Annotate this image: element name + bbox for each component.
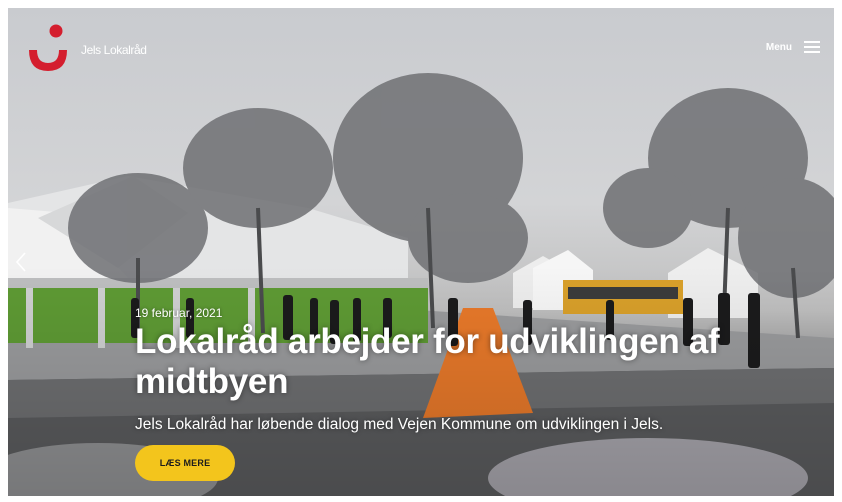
- slide-date: 19 februar, 2021: [135, 306, 223, 320]
- hamburger-icon: [804, 41, 820, 53]
- brand-name[interactable]: Jels Lokalråd: [81, 43, 147, 57]
- menu-button[interactable]: Menu: [766, 41, 820, 53]
- jels-logo-icon[interactable]: [26, 23, 70, 75]
- hero-slider: Jels Lokalråd Menu 19 februar, 2021 Loka…: [8, 8, 834, 496]
- slide-subtitle: Jels Lokalråd har løbende dialog med Vej…: [135, 416, 664, 433]
- read-more-button[interactable]: LÆS MERE: [135, 445, 235, 481]
- slide-title: Lokalråd arbejder for udviklingen af mid…: [135, 322, 720, 401]
- chevron-left-icon[interactable]: [14, 251, 28, 273]
- menu-label: Menu: [765, 41, 792, 53]
